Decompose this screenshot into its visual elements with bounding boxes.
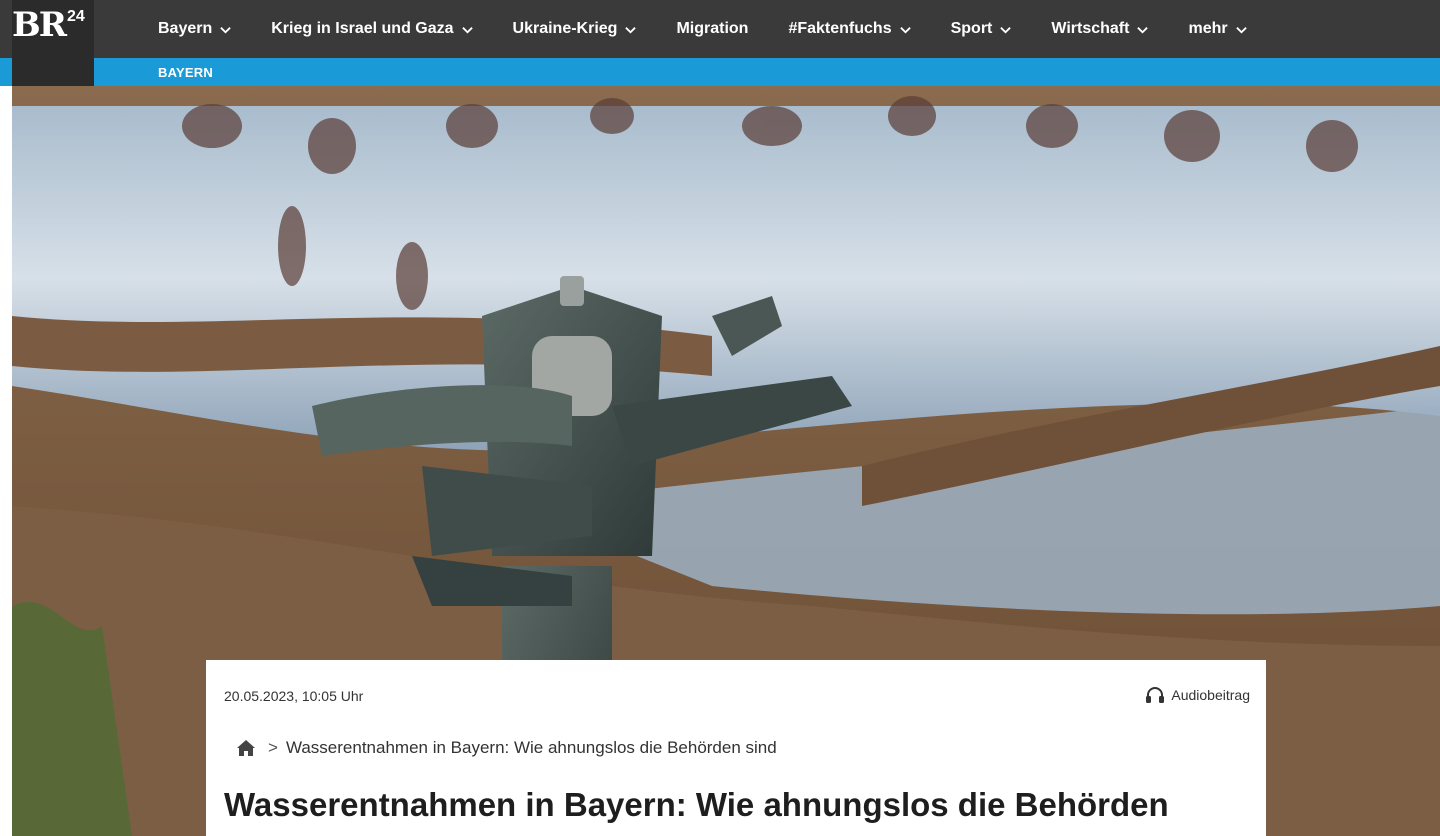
nav-item-bayern[interactable]: Bayern xyxy=(138,0,251,58)
nav-item-israel-gaza[interactable]: Krieg in Israel und Gaza xyxy=(251,0,492,58)
nav-item-label: mehr xyxy=(1188,20,1228,37)
chevron-down-icon xyxy=(899,26,911,34)
article-header-card: 20.05.2023, 10:05 Uhr Audiobeitrag > Was… xyxy=(206,660,1266,836)
nav-item-ukraine-krieg[interactable]: Ukraine-Krieg xyxy=(493,0,657,58)
nav-item-label: Bayern xyxy=(158,20,213,37)
logo-text: BR xyxy=(12,5,67,45)
top-navigation-bar: BR 24 Bayern Krieg in Israel und Gaza Uk… xyxy=(0,0,1440,58)
nav-item-faktenfuchs[interactable]: #Faktenfuchs xyxy=(768,0,930,58)
section-bar: BAYERN xyxy=(0,58,1440,86)
nav-item-label: Sport xyxy=(950,20,993,37)
br24-logo[interactable]: BR 24 xyxy=(12,0,94,58)
article-date: 20.05.2023, 10:05 Uhr xyxy=(224,688,364,704)
nav-item-wirtschaft[interactable]: Wirtschaft xyxy=(1031,0,1168,58)
nav-item-label: Krieg in Israel und Gaza xyxy=(271,20,454,37)
breadcrumb: > Wasserentnahmen in Bayern: Wie ahnungs… xyxy=(236,738,777,758)
breadcrumb-separator: > xyxy=(268,738,278,757)
main-nav: Bayern Krieg in Israel und Gaza Ukraine-… xyxy=(138,0,1267,58)
chevron-down-icon xyxy=(1000,26,1012,34)
nav-item-mehr[interactable]: mehr xyxy=(1168,0,1266,58)
nav-item-label: Ukraine-Krieg xyxy=(512,20,618,37)
nav-item-sport[interactable]: Sport xyxy=(931,0,1032,58)
logo-superscript: 24 xyxy=(67,8,85,25)
audio-label: Audiobeitrag xyxy=(1171,687,1250,703)
audio-button[interactable]: Audiobeitrag xyxy=(1145,686,1250,704)
home-icon[interactable] xyxy=(236,739,256,757)
nav-item-label: Wirtschaft xyxy=(1051,20,1130,37)
section-link-bayern[interactable]: BAYERN xyxy=(158,65,213,80)
chevron-down-icon xyxy=(1137,26,1149,34)
chevron-down-icon xyxy=(461,26,473,34)
breadcrumb-current: Wasserentnahmen in Bayern: Wie ahnungslo… xyxy=(285,738,777,757)
nav-item-migration[interactable]: Migration xyxy=(656,0,768,58)
chevron-down-icon xyxy=(1235,26,1247,34)
chevron-down-icon xyxy=(220,26,231,34)
nav-item-label: Migration xyxy=(676,20,749,37)
article-headline: Wasserentnahmen in Bayern: Wie ahnungslo… xyxy=(224,786,1169,823)
nav-item-label: #Faktenfuchs xyxy=(788,20,892,37)
headphones-icon xyxy=(1146,687,1165,703)
section-bar-logo-spacer xyxy=(12,58,94,86)
chevron-down-icon xyxy=(625,26,637,34)
